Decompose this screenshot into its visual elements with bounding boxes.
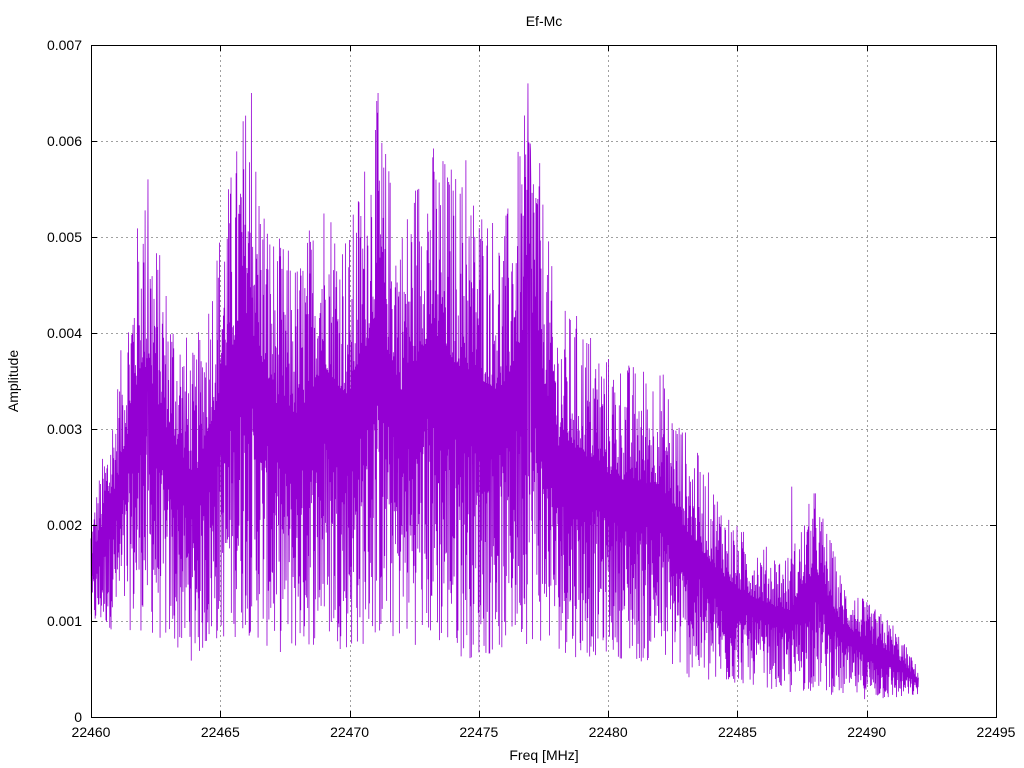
x-tick-label: 22485 <box>718 724 757 740</box>
y-axis-label: Amplitude <box>5 350 21 412</box>
y-tick-label: 0.001 <box>47 613 82 629</box>
y-tick-label: 0 <box>74 709 82 725</box>
x-tick-label: 22460 <box>72 724 111 740</box>
y-tick-label: 0.007 <box>47 37 82 53</box>
x-tick-label: 22470 <box>330 724 369 740</box>
y-tick-label: 0.004 <box>47 325 82 341</box>
y-tick-label: 0.003 <box>47 421 82 437</box>
amplitude-trace <box>90 83 919 700</box>
y-tick-label: 0.006 <box>47 133 82 149</box>
x-axis-label: Freq [MHz] <box>509 747 578 763</box>
chart-title: Ef-Mc <box>526 13 563 29</box>
x-tick-label: 22475 <box>459 724 498 740</box>
x-tick-label: 22480 <box>589 724 628 740</box>
y-tick-label: 0.005 <box>47 229 82 245</box>
y-tick-label: 0.002 <box>47 517 82 533</box>
x-tick-label: 22490 <box>847 724 886 740</box>
data-series-line <box>90 83 919 700</box>
x-tick-label: 22495 <box>977 724 1016 740</box>
plot-area: 22460 22465 22470 22475 22480 22485 22490 22495… <box>5 13 1016 763</box>
x-tick-label: 22465 <box>201 724 240 740</box>
